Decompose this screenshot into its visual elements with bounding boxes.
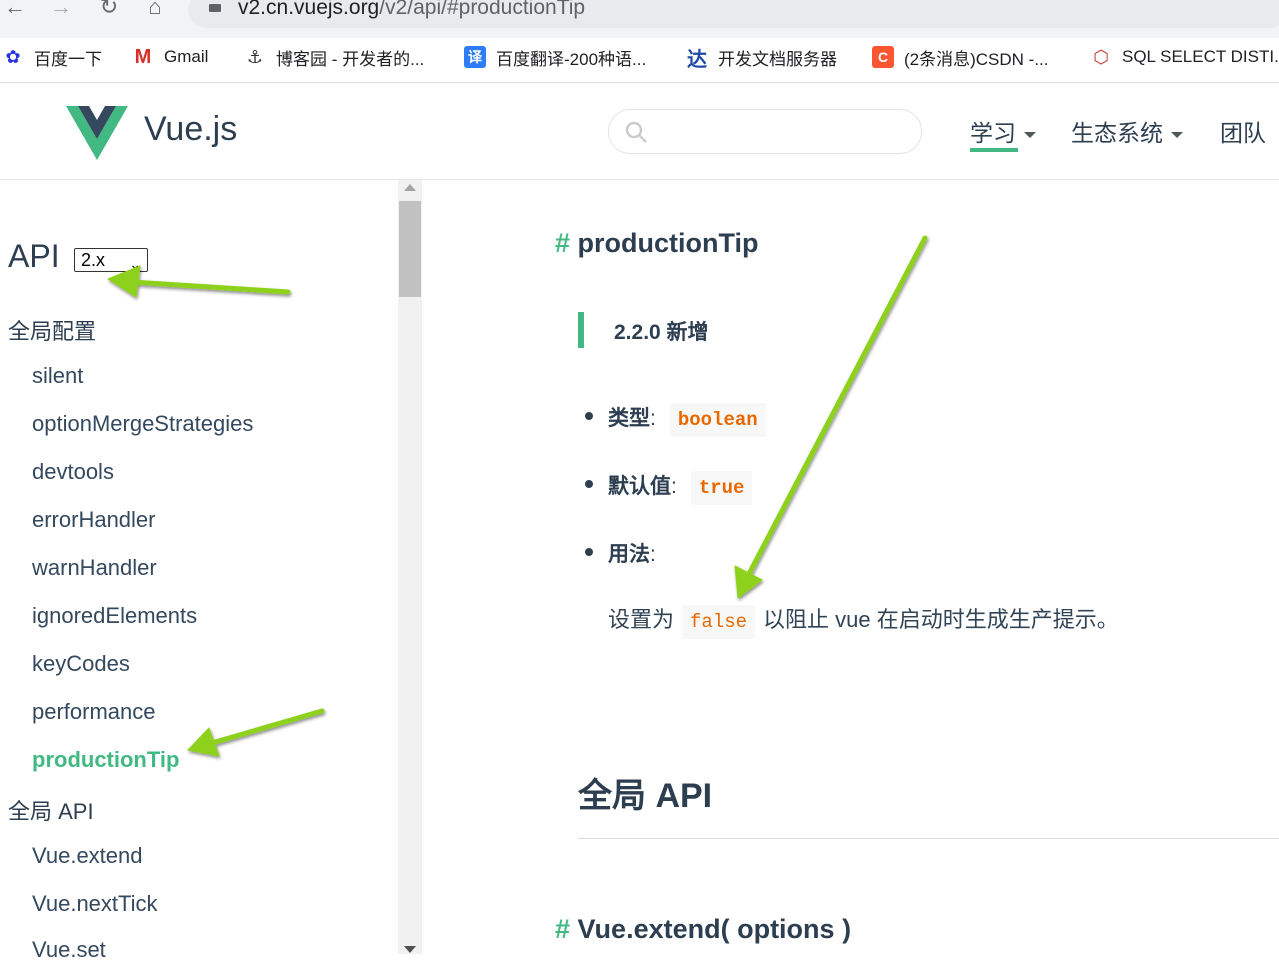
- sidebar-item-performance[interactable]: performance: [32, 699, 156, 725]
- default-label: 默认值: [608, 475, 671, 498]
- url-domain: v2.cn.vuejs.org: [238, 0, 380, 19]
- url-path: /v2/api/#productionTip: [379, 0, 586, 19]
- bookmark-translate[interactable]: 译 百度翻译-200种语...: [464, 45, 646, 69]
- bookmark-sql[interactable]: ⬡ SQL SELECT DISTI...: [1090, 45, 1279, 69]
- bookmark-label: 百度一下: [34, 49, 102, 69]
- url-text[interactable]: v2.cn.vuejs.org/v2/api/#productionTip: [238, 0, 585, 20]
- nav-team[interactable]: 团队: [1220, 114, 1266, 148]
- label-colon: :: [650, 543, 656, 566]
- sidebar-item-silent[interactable]: silent: [32, 363, 83, 389]
- nav-ecosystem-label: 生态系统: [1071, 120, 1163, 146]
- chevron-down-icon: [1024, 131, 1036, 138]
- type-row: 类型: boolean: [608, 402, 766, 437]
- sidebar-item-ignoredelements[interactable]: ignoredElements: [32, 603, 197, 629]
- anchor-link[interactable]: #: [555, 914, 570, 944]
- sql-icon: ⬡: [1093, 46, 1109, 67]
- sidebar-item-keycodes[interactable]: keyCodes: [32, 651, 130, 677]
- bookmark-label: 开发文档服务器: [718, 49, 837, 69]
- version-tip: 2.2.0 新增: [614, 321, 709, 344]
- usage-pre: 设置为: [608, 607, 675, 632]
- sidebar-item-devtools[interactable]: devtools: [32, 459, 114, 485]
- sidebar-section-global-config[interactable]: 全局配置: [8, 314, 96, 346]
- usage-row: 用法:: [608, 538, 656, 568]
- sidebar-title: API: [8, 238, 60, 274]
- lock-icon: [209, 4, 221, 12]
- scrollbar-thumb[interactable]: [399, 201, 421, 297]
- bookmark-csdn[interactable]: C (2条消息)CSDN -...: [872, 45, 1049, 69]
- logo-text[interactable]: Vue.js: [144, 110, 237, 149]
- csdn-icon: C: [872, 46, 894, 68]
- type-label: 类型: [608, 407, 650, 430]
- default-row: 默认值: true: [608, 470, 753, 505]
- bookmark-cnblogs[interactable]: ⚓ 博客园 - 开发者的...: [244, 45, 424, 69]
- chevron-down-icon: [1171, 131, 1183, 138]
- tip-bar: [578, 312, 584, 348]
- label-colon: :: [650, 407, 656, 430]
- heading-text: Vue.extend( options ): [577, 914, 852, 944]
- baidu-icon: ✿: [5, 46, 21, 67]
- default-value: true: [690, 471, 753, 505]
- gmail-icon: M: [134, 45, 152, 68]
- sidebar-item-vue-extend[interactable]: Vue.extend: [32, 843, 143, 869]
- version-select[interactable]: 2.x ⌄: [74, 248, 148, 272]
- version-select-value: 2.x: [81, 250, 106, 270]
- home-icon[interactable]: ⌂: [140, 0, 170, 20]
- nav-ecosystem[interactable]: 生态系统: [1071, 114, 1183, 148]
- bookmark-label: 博客园 - 开发者的...: [276, 49, 425, 69]
- usage-code: false: [682, 605, 756, 639]
- nav-team-label: 团队: [1220, 120, 1266, 146]
- nav-learn[interactable]: 学习: [970, 114, 1036, 148]
- sidebar-item-vue-set[interactable]: Vue.set: [32, 937, 106, 963]
- chevron-down-icon: ⌄: [129, 256, 141, 272]
- heading-productiontip: # productionTip: [555, 228, 759, 259]
- search-input[interactable]: [608, 109, 922, 154]
- vue-logo-icon[interactable]: [66, 106, 128, 160]
- label-colon: :: [671, 475, 677, 498]
- heading-vue-extend: # Vue.extend( options ): [555, 914, 851, 945]
- bookmark-label: SQL SELECT DISTI...: [1122, 47, 1279, 66]
- heading-text: productionTip: [577, 228, 759, 258]
- translate-icon: 译: [464, 46, 486, 68]
- forward-icon[interactable]: →: [46, 0, 76, 20]
- bullet: [585, 480, 593, 488]
- back-icon[interactable]: ←: [0, 0, 30, 20]
- bullet: [585, 548, 593, 556]
- docs-server-icon: 达: [687, 48, 707, 71]
- usage-description: 设置为 false 以阻止 vue 在启动时生成生产提示。: [608, 602, 1119, 639]
- bookmark-label: 百度翻译-200种语...: [496, 49, 647, 69]
- bookmark-label: Gmail: [164, 47, 209, 66]
- sidebar-item-errorhandler[interactable]: errorHandler: [32, 507, 156, 533]
- search-icon: [625, 121, 647, 143]
- cnblogs-icon: ⚓: [246, 46, 264, 67]
- nav-learn-label: 学习: [970, 120, 1016, 146]
- heading-global-api: 全局 API: [578, 777, 713, 815]
- usage-post: 以阻止 vue 在启动时生成生产提示。: [763, 607, 1119, 632]
- scroll-down-icon[interactable]: [404, 946, 416, 953]
- reload-icon[interactable]: ↻: [94, 0, 124, 20]
- bookmark-docs-server[interactable]: 达 开发文档服务器: [686, 45, 837, 71]
- bookmark-gmail[interactable]: M Gmail: [132, 45, 209, 69]
- sidebar-item-optionmergestrategies[interactable]: optionMergeStrategies: [32, 411, 253, 437]
- type-value: boolean: [669, 403, 766, 437]
- sidebar-item-productiontip[interactable]: productionTip: [32, 747, 179, 773]
- bookmark-label: (2条消息)CSDN -...: [904, 49, 1049, 69]
- bookmark-baidu[interactable]: ✿ 百度一下: [2, 45, 102, 69]
- scroll-up-icon[interactable]: [404, 184, 416, 191]
- divider: [578, 838, 1279, 839]
- bullet: [585, 412, 593, 420]
- anchor-link[interactable]: #: [555, 228, 570, 258]
- sidebar-section-global-api[interactable]: 全局 API: [8, 794, 94, 826]
- usage-label: 用法: [608, 543, 650, 566]
- sidebar-item-warnhandler[interactable]: warnHandler: [32, 555, 157, 581]
- sidebar-item-vue-nexttick[interactable]: Vue.nextTick: [32, 891, 158, 917]
- nav-active-indicator: [970, 148, 1018, 152]
